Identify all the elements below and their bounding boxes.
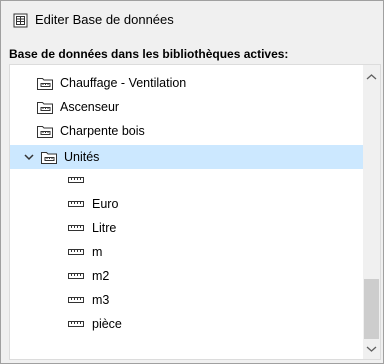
unit-icon [68,225,84,231]
edit-database-window: Editer Base de données Base de données d… [0,0,384,364]
chevron-down-icon[interactable] [24,152,34,162]
unit-icon [68,201,84,207]
tree-item-label: Ascenseur [60,100,120,114]
unit-icon [68,273,84,279]
tree-item-unit-m[interactable]: m [10,240,380,264]
tree-item-label: Euro [92,197,119,211]
scroll-up-arrow-icon[interactable] [366,73,377,81]
unit-icon [68,321,84,327]
tree-item-unit-litre[interactable]: Litre [10,216,380,240]
tree-item-unit-piece[interactable]: pièce [10,312,380,336]
window-title: Editer Base de données [35,12,174,27]
scroll-down-arrow-icon[interactable] [366,345,377,353]
tree-item-label: Litre [92,221,117,235]
tree-item-unit-euro[interactable]: Euro [10,192,380,216]
tree-item-label: Unités [64,150,100,164]
folder-unit-icon [41,152,57,164]
folder-unit-icon [37,102,53,114]
unit-icon [68,297,84,303]
folder-unit-icon [37,126,53,138]
title-bar: Editer Base de données [1,1,383,39]
tree-item-ascenseur[interactable]: Ascenseur [10,95,380,119]
tree-item-label: m2 [92,269,110,283]
vertical-scrollbar[interactable] [363,65,380,359]
section-label: Base de données dans les bibliothèques a… [9,47,289,61]
folder-unit-icon [37,78,53,90]
tree-item-chauffage-ventilation[interactable]: Chauffage - Ventilation [10,71,380,95]
tree-item-label: Charpente bois [60,124,145,138]
tree-item-label: pièce [92,317,122,331]
tree-item-unit-m3[interactable]: m3 [10,288,380,312]
tree-item-unit-m2[interactable]: m2 [10,264,380,288]
unit-icon [68,177,84,183]
tree-item-label: Chauffage - Ventilation [60,76,187,90]
tree-item-label: m [92,245,103,259]
unit-icon [68,249,84,255]
tree-item-unit-empty[interactable] [10,168,380,192]
scrollbar-thumb[interactable] [364,279,379,339]
tree-item-label: m3 [92,293,110,307]
tree-item-unites[interactable]: Unités [10,145,380,169]
tree-item-charpente-bois[interactable]: Charpente bois [10,119,380,143]
database-tree[interactable]: Chauffage - Ventilation Ascenseur Charpe… [9,64,381,360]
database-icon [13,13,28,28]
